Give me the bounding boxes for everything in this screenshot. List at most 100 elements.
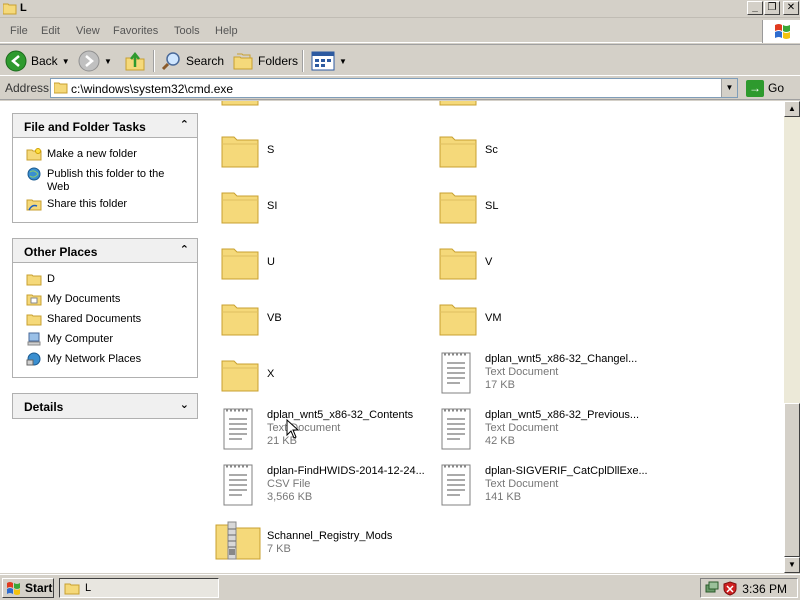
views-button[interactable]: ▼	[311, 49, 347, 73]
folder-item-u[interactable]: U	[220, 243, 275, 284]
my-computer-icon	[27, 332, 41, 346]
share-folder-link[interactable]: Share this folder	[47, 198, 127, 211]
folder-icon	[221, 248, 259, 280]
title-bar[interactable]: L _ ❐ ✕	[0, 0, 800, 18]
menu-help[interactable]: Help	[215, 25, 238, 37]
file-size: 42 KB	[485, 435, 515, 447]
details-panel: Details ⌄	[12, 393, 198, 419]
file-name: VB	[267, 312, 282, 324]
main-area: File and Folder Tasks ⌃ Make a new folde…	[0, 101, 800, 573]
menu-edit[interactable]: Edit	[41, 25, 60, 37]
address-dropdown-icon[interactable]: ▼	[721, 79, 737, 97]
folder-item-vb[interactable]: VB	[220, 299, 282, 340]
file-list-view: S Sc SI SL U V VB VM X dplan_wnt5_x86-32…	[208, 101, 784, 573]
address-label: Address	[5, 81, 50, 95]
folder-item-x[interactable]: X	[220, 355, 274, 396]
text-document-icon	[441, 464, 471, 506]
file-size: 7 KB	[267, 543, 291, 555]
address-input[interactable]: c:\windows\system32\cmd.exe ▼	[50, 78, 738, 98]
mouse-cursor-icon	[286, 419, 300, 439]
menu-favorites[interactable]: Favorites	[113, 25, 158, 37]
file-item-contents[interactable]: dplan_wnt5_x86-32_Contents Text Document…	[222, 407, 413, 454]
menu-view[interactable]: View	[76, 25, 100, 37]
panel-header[interactable]: Other Places ⌃	[13, 239, 197, 263]
minimize-button[interactable]: _	[747, 1, 763, 15]
file-name: VM	[485, 312, 502, 324]
my-network-places-icon	[26, 352, 41, 366]
folders-icon	[233, 53, 253, 70]
folder-item-vm[interactable]: VM	[438, 299, 502, 340]
close-button[interactable]: ✕	[783, 1, 799, 15]
file-name: dplan_wnt5_x86-32_Previous...	[485, 409, 640, 421]
panel-header[interactable]: File and Folder Tasks ⌃	[13, 114, 197, 138]
my-computer-link[interactable]: My Computer	[47, 333, 113, 346]
start-label: Start	[25, 581, 53, 595]
forward-dropdown-icon[interactable]: ▼	[104, 57, 112, 66]
file-item-sigverif[interactable]: dplan-SIGVERIF_CatCplDllExe... Text Docu…	[440, 463, 648, 510]
taskbar-window-label: L	[85, 582, 92, 594]
back-arrow-icon	[5, 50, 27, 72]
file-type: Text Document	[267, 422, 341, 434]
my-documents-link[interactable]: My Documents	[47, 293, 120, 306]
expand-chevron-icon[interactable]: ⌄	[180, 398, 189, 411]
folders-button[interactable]: Folders	[232, 49, 298, 73]
windows-flag-icon	[775, 24, 790, 39]
maximize-button[interactable]: ❐	[764, 1, 780, 15]
folder-icon	[439, 192, 477, 224]
place-d-link[interactable]: D	[47, 273, 55, 286]
file-item-changelog[interactable]: dplan_wnt5_x86-32_Changel... Text Docume…	[440, 351, 637, 398]
taskbar-window-button[interactable]: L	[59, 578, 219, 598]
panel-header[interactable]: Details ⌄	[13, 394, 197, 418]
back-button[interactable]: Back ▼	[5, 49, 70, 73]
toolbar-separator	[302, 50, 304, 72]
file-item-findhwids[interactable]: dplan-FindHWIDS-2014-12-24... CSV File 3…	[222, 463, 425, 510]
menu-tools[interactable]: Tools	[174, 25, 200, 37]
vertical-scrollbar[interactable]: ▲ ▼	[784, 101, 800, 573]
folder-icon[interactable]	[438, 101, 478, 113]
security-shield-icon[interactable]	[723, 581, 737, 596]
forward-arrow-icon	[78, 50, 100, 72]
make-new-folder-link[interactable]: Make a new folder	[47, 148, 137, 161]
network-tray-icon[interactable]	[705, 581, 719, 595]
folder-item-si[interactable]: SI	[220, 187, 277, 228]
shared-documents-link[interactable]: Shared Documents	[47, 313, 141, 326]
task-pane: File and Folder Tasks ⌃ Make a new folde…	[0, 101, 208, 573]
up-folder-button[interactable]	[124, 49, 146, 73]
windows-flag-icon	[7, 582, 20, 595]
scroll-down-arrow-icon[interactable]: ▼	[784, 557, 800, 573]
search-button[interactable]: Search	[160, 49, 224, 73]
shared-documents-icon	[26, 314, 42, 326]
file-type: Text Document	[485, 366, 559, 378]
folder-item-sl[interactable]: SL	[438, 187, 498, 228]
collapse-chevron-icon[interactable]: ⌃	[180, 243, 189, 256]
folder-icon	[64, 583, 80, 594]
search-icon	[161, 52, 180, 71]
forward-button[interactable]: ▼	[78, 49, 112, 73]
start-button[interactable]: Start	[2, 578, 54, 598]
collapse-chevron-icon[interactable]: ⌃	[180, 118, 189, 131]
scroll-up-arrow-icon[interactable]: ▲	[784, 101, 800, 117]
menu-file[interactable]: File	[10, 25, 28, 37]
file-item-schannel-zip[interactable]: Schannel_Registry_Mods 7 KB	[214, 519, 392, 564]
my-network-places-link[interactable]: My Network Places	[47, 353, 141, 366]
folder-item-v[interactable]: V	[438, 243, 492, 284]
views-dropdown-icon[interactable]: ▼	[339, 57, 347, 66]
folder-item-s[interactable]: S	[220, 131, 274, 172]
file-item-previous[interactable]: dplan_wnt5_x86-32_Previous... Text Docum…	[440, 407, 639, 454]
file-name: V	[485, 256, 493, 268]
folder-icon	[439, 304, 477, 336]
up-folder-icon	[125, 51, 145, 71]
folder-icon	[221, 136, 259, 168]
views-icon	[311, 51, 335, 71]
folder-icon[interactable]	[220, 101, 260, 113]
file-size: 3,566 KB	[267, 491, 313, 503]
file-name: S	[267, 144, 275, 156]
file-name: SI	[267, 200, 278, 212]
scrollbar-thumb[interactable]	[784, 403, 800, 557]
file-size: 141 KB	[485, 491, 522, 503]
publish-folder-link[interactable]: Publish this folder to the Web	[47, 168, 187, 194]
csv-document-icon	[223, 464, 253, 506]
folder-item-sc[interactable]: Sc	[438, 131, 498, 172]
go-button[interactable]: → Go	[746, 79, 784, 97]
back-dropdown-icon[interactable]: ▼	[62, 57, 70, 66]
